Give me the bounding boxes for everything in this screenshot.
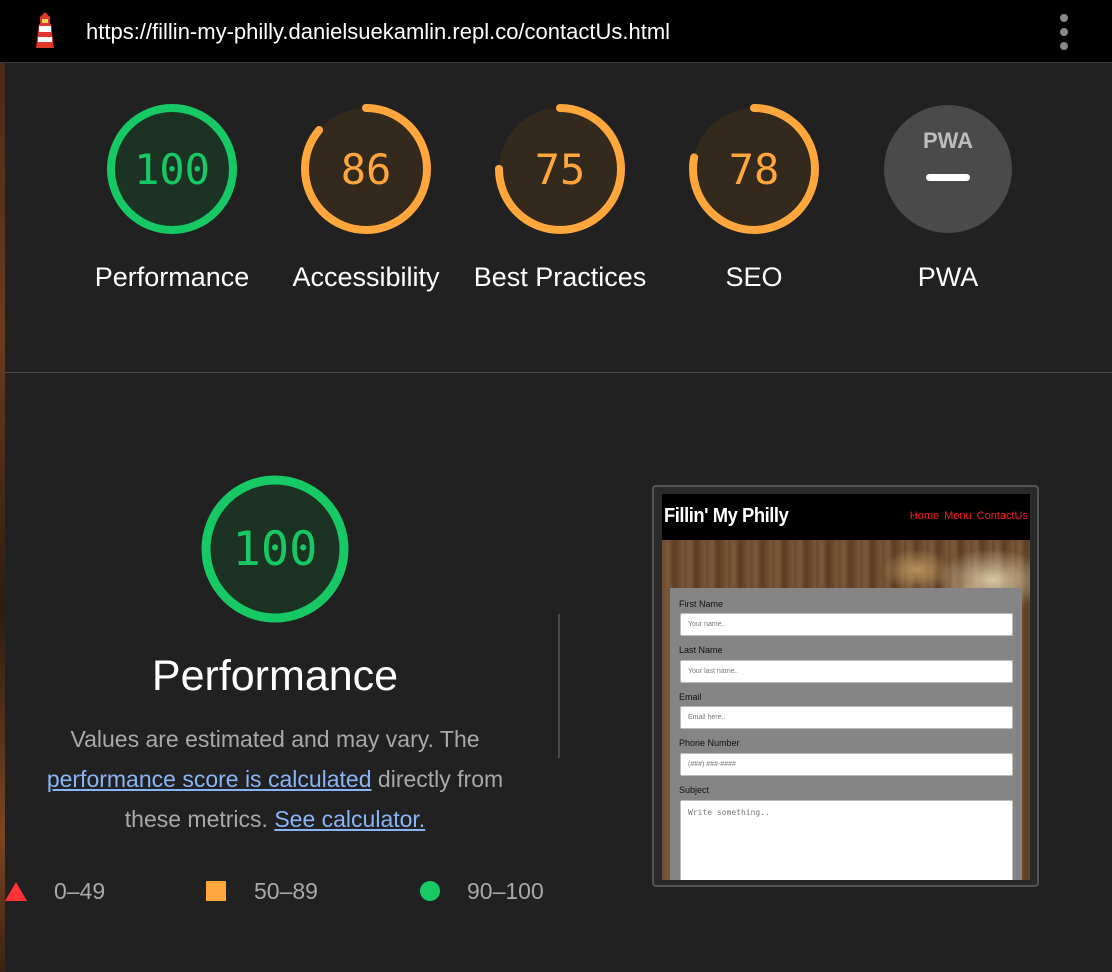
- score-ring: 86: [301, 104, 431, 234]
- pass-circle-icon: [420, 881, 440, 901]
- legend-label: 90–100: [467, 877, 544, 904]
- score-ring: 100: [201, 475, 349, 623]
- score-ring: 100: [107, 104, 237, 234]
- score-value: 100: [233, 522, 318, 577]
- performance-gauge: 100: [198, 472, 352, 631]
- more-options-icon[interactable]: [1055, 14, 1073, 50]
- url-bar: https://fillin-my-philly.danielsuekamlin…: [0, 0, 1112, 63]
- legend-label: 0–49: [54, 877, 106, 904]
- gauge-accessibility[interactable]: 86 Accessibility: [266, 103, 466, 297]
- page-screenshot-thumbnail[interactable]: Fillin' My Philly Home Menu ContactUs Fi…: [652, 485, 1039, 887]
- score-value: 100: [134, 145, 210, 194]
- score-description: Values are estimated and may vary. The p…: [20, 719, 530, 839]
- gauge-label: Performance: [94, 262, 250, 292]
- legend-label: 50–89: [254, 877, 318, 904]
- gauge-label: Best Practices: [473, 262, 647, 292]
- average-square-icon: [206, 881, 226, 901]
- fail-triangle-icon: [5, 881, 27, 901]
- first-name-field: Your name..: [680, 613, 1013, 636]
- phone-field: (###) ###-####: [680, 753, 1013, 776]
- last-name-field: Your last name..: [680, 660, 1013, 683]
- site-header: Fillin' My Philly Home Menu ContactUs: [662, 494, 1030, 540]
- pwa-badge-mark: [926, 174, 970, 181]
- pwa-badge-icon: PWA: [884, 105, 1012, 233]
- lighthouse-icon: [36, 12, 54, 48]
- gauge-pwa[interactable]: PWA PWA: [848, 103, 1048, 297]
- nav-contactus: ContactUs: [976, 510, 1028, 522]
- category-gauges: 100 Performance 86 Accessibility 75 Best…: [5, 63, 1112, 373]
- divider: [558, 614, 560, 758]
- email-field: Email here..: [680, 706, 1013, 729]
- legend-average: 50–89: [206, 876, 318, 906]
- page-url: https://fillin-my-philly.danielsuekamlin…: [86, 19, 671, 44]
- legend-pass: 90–100: [420, 876, 544, 906]
- legend-fail: 0–49: [5, 876, 105, 906]
- score-ring: 75: [495, 104, 625, 234]
- pwa-badge-text: PWA: [923, 128, 973, 153]
- site-nav: Home Menu ContactUs: [910, 510, 1028, 522]
- score-ring: 78: [689, 104, 819, 234]
- nav-menu: Menu: [944, 510, 972, 522]
- score-calculated-link[interactable]: performance score is calculated: [47, 766, 372, 792]
- score-value: 78: [729, 145, 780, 194]
- gauge-label: Accessibility: [292, 262, 440, 292]
- contact-form: First Name Your name.. Last Name Your la…: [670, 588, 1022, 880]
- score-value: 86: [341, 145, 392, 194]
- gauge-seo[interactable]: 78 SEO: [654, 103, 854, 297]
- section-title: Performance: [151, 652, 399, 700]
- gauge-label: PWA: [917, 262, 979, 292]
- site-logo: Fillin' My Philly: [664, 505, 789, 527]
- subject-label: Subject: [679, 785, 710, 795]
- nav-home: Home: [909, 510, 940, 522]
- phone-label: Phone Number: [679, 738, 740, 748]
- first-name-label: First Name: [679, 599, 724, 609]
- subject-textarea: Write something..: [680, 800, 1013, 880]
- description-text: Values are estimated and may vary. The: [70, 726, 480, 752]
- score-value: 75: [535, 145, 586, 194]
- gauge-label: SEO: [725, 262, 783, 292]
- last-name-label: Last Name: [679, 645, 723, 655]
- see-calculator-link[interactable]: See calculator.: [274, 806, 425, 832]
- screenshot-viewport: Fillin' My Philly Home Menu ContactUs Fi…: [662, 494, 1030, 880]
- gauge-best-practices[interactable]: 75 Best Practices: [460, 103, 660, 297]
- email-label: Email: [679, 692, 702, 702]
- gauge-performance[interactable]: 100 Performance: [72, 103, 272, 297]
